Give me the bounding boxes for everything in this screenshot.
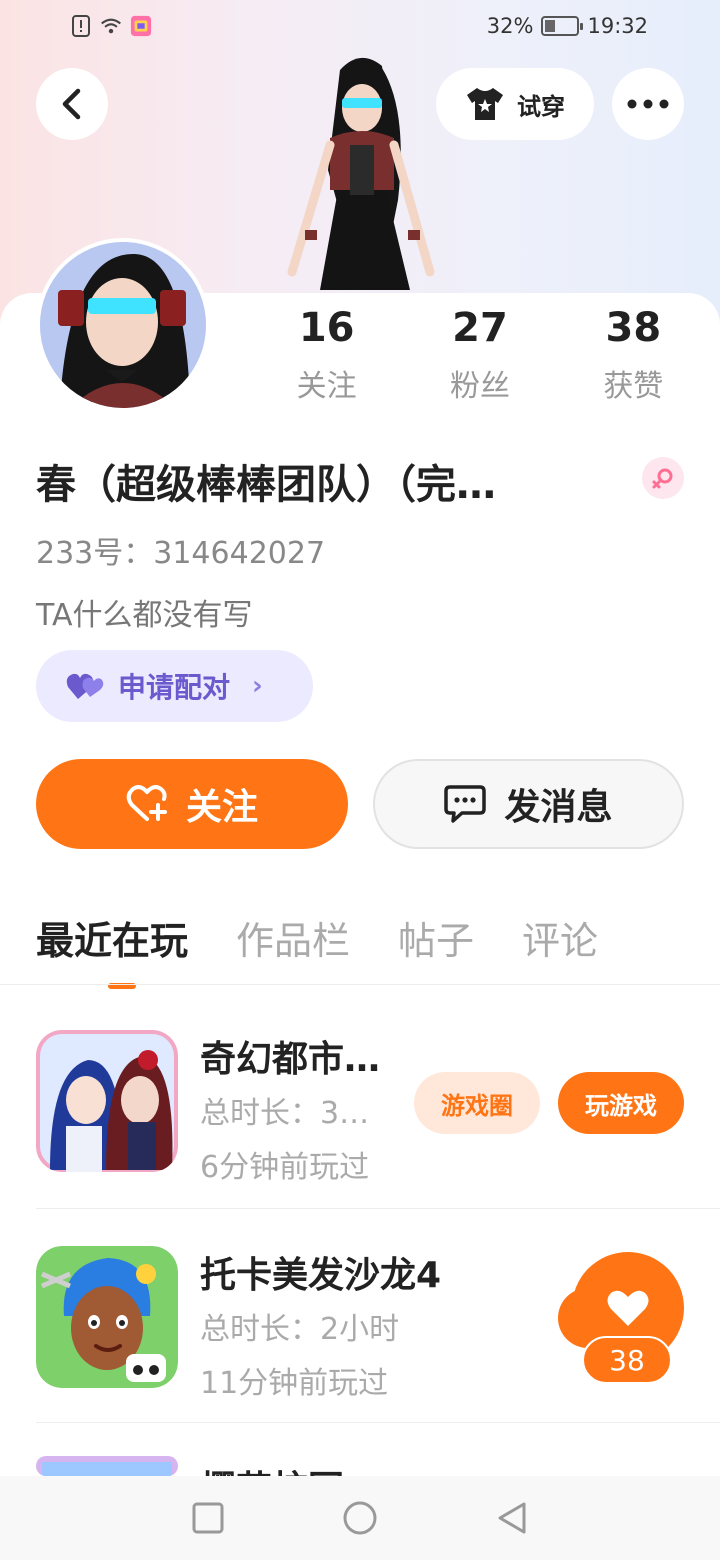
home-icon[interactable] [342,1500,378,1536]
chat-bubble-icon [444,785,487,823]
game-duration: 总时长：3… [200,1096,370,1131]
clock: 19:32 [587,14,648,38]
username: 春（超级棒棒团队）（完… [36,462,496,508]
send-message-button[interactable]: 发消息 [373,759,684,849]
game-title: 樱花校园 [200,1460,344,1476]
game-icon-sakura-school [36,1456,178,1476]
battery-percent: 32% [486,14,534,38]
game-list-item[interactable]: 奇幻都市… 总时长：3… 6分钟前玩过 游戏圈 玩游戏 [36,1030,684,1185]
divider [0,984,720,985]
stat-label: 获赞 [603,369,664,404]
try-on-button[interactable]: 试穿 [436,68,594,140]
stat-fans[interactable]: 27 粉丝 [403,305,556,405]
avatar[interactable] [36,238,210,412]
game-icon-toca-hair-salon [36,1246,178,1388]
heart-plus-icon [126,785,167,821]
battery-level [545,20,556,32]
notification-alert-icon [70,14,92,38]
play-game-button[interactable]: 玩游戏 [558,1072,684,1134]
system-navigation-bar [0,1476,720,1560]
pair-request-label: 申请配对 [118,671,231,704]
back-button[interactable] [36,68,108,140]
status-icons-left [70,14,152,38]
recent-apps-icon[interactable] [192,1502,224,1534]
app-notification-icon [130,14,152,38]
game-title: 托卡美发沙龙4 [200,1255,442,1296]
game-duration: 总时长：2小时 [200,1312,400,1347]
try-on-label: 试穿 [517,92,565,121]
heart-icon [607,1290,649,1326]
game-icon-fantasy-city [36,1030,178,1172]
game-circle-button[interactable]: 游戏圈 [414,1072,540,1134]
pair-request-button[interactable]: 申请配对 › [36,650,313,722]
profile-tabs: 最近在玩 作品栏 帖子 评论 [36,910,598,989]
more-dots-icon [627,99,669,109]
follow-label: 关注 [185,787,258,828]
divider [36,1208,720,1209]
stat-number: 16 [298,305,355,351]
tab-works[interactable]: 作品栏 [236,910,350,965]
back-nav-icon[interactable] [496,1501,528,1535]
stat-label: 关注 [296,369,357,404]
more-button[interactable] [612,68,684,140]
like-count: 38 [582,1336,672,1384]
divider [36,1422,720,1423]
game-title: 奇幻都市… [200,1039,381,1080]
battery-icon [541,16,584,36]
chevron-right-icon: › [252,671,263,701]
stat-following[interactable]: 16 关注 [250,305,403,405]
stat-likes[interactable]: 38 获赞 [557,305,710,405]
wifi-icon [100,14,122,38]
tshirt-icon [467,88,503,120]
bio: TA什么都没有写 [36,598,253,633]
game-list-item[interactable]: 樱花校园 [36,1456,684,1476]
avatar-3d-figure [270,50,450,295]
status-bar: 32% 19:32 [0,0,720,56]
female-gender-icon [642,457,684,499]
tab-recent-playing[interactable]: 最近在玩 [36,910,188,989]
follow-button[interactable]: 关注 [36,759,348,849]
tab-posts[interactable]: 帖子 [398,910,474,965]
stat-number: 38 [605,305,662,351]
double-heart-icon [66,673,104,699]
floating-like-button[interactable]: 38 [558,1252,686,1386]
user-id: 233号：314642027 [36,536,326,571]
stat-number: 27 [452,305,508,351]
send-message-label: 发消息 [504,787,613,828]
game-last-played: 11分钟前玩过 [200,1366,389,1401]
tab-comments[interactable]: 评论 [522,910,598,965]
profile-stats: 16 关注 27 粉丝 38 获赞 [250,305,710,405]
chevron-left-icon [62,88,81,120]
game-last-played: 6分钟前玩过 [200,1150,370,1185]
stat-label: 粉丝 [449,369,510,404]
status-icons-right: 32% 19:32 [487,14,648,38]
